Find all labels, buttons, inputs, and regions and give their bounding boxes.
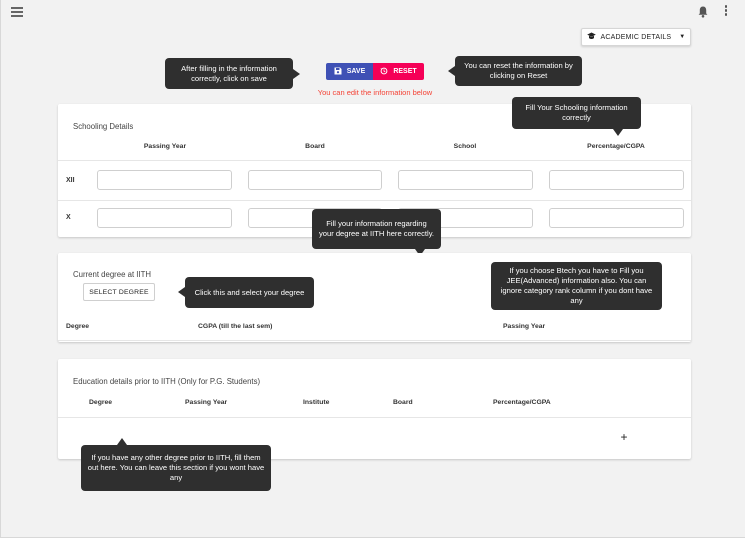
reset-tooltip-text: You can reset the information by clickin… (464, 61, 573, 80)
save-label: SAVE (346, 68, 366, 75)
add-education-button[interactable]: + (618, 430, 630, 444)
column-header-school: School (453, 143, 477, 150)
column-header-institute: Institute (303, 399, 330, 406)
x-passing-year-input[interactable] (97, 208, 232, 228)
prior-education-tooltip-text: If you have any other degree prior to II… (87, 453, 265, 482)
reset-label: RESET (393, 68, 417, 75)
xii-passing-year-input[interactable] (97, 170, 232, 190)
edit-info-note: You can edit the information below (317, 88, 433, 97)
prior-education-title: Education details prior to IITH (Only fo… (73, 377, 261, 386)
academic-details-dropdown[interactable]: ACADEMIC DETAILS ▼ (581, 28, 691, 46)
chevron-down-icon: ▼ (679, 34, 686, 40)
column-header-cgpa: CGPA (till the last sem) (198, 323, 273, 330)
reset-button[interactable]: RESET (373, 63, 424, 80)
more-options-icon[interactable] (723, 5, 729, 17)
column-header-passing-year: Passing Year (503, 323, 546, 330)
schooling-tooltip-text: Fill Your Schooling information correctl… (525, 103, 628, 122)
prior-education-card: Education details prior to IITH (Only fo… (58, 359, 691, 459)
btech-tooltip-text: If you choose Btech you have to Fill you… (500, 266, 653, 305)
current-degree-title: Current degree at IITH (73, 270, 152, 279)
save-tooltip-text: After filling in the information correct… (181, 63, 277, 83)
graduation-cap-icon (586, 32, 596, 42)
hamburger-menu-icon[interactable] (11, 7, 23, 17)
save-button[interactable]: SAVE (326, 63, 373, 80)
row-label-xii: XII (66, 177, 75, 184)
xii-percentage-input[interactable] (549, 170, 684, 190)
prior-education-tooltip: If you have any other degree prior to II… (81, 438, 271, 491)
column-header-degree: Degree (66, 323, 90, 330)
btech-tooltip: If you choose Btech you have to Fill you… (491, 262, 662, 310)
column-header-board: Board (393, 399, 413, 406)
bell-icon[interactable] (698, 5, 708, 18)
academic-details-label: ACADEMIC DETAILS (600, 33, 672, 41)
divider (58, 340, 691, 341)
reset-tooltip: You can reset the information by clickin… (448, 56, 582, 86)
select-degree-tooltip-text: Click this and select your degree (194, 287, 305, 297)
select-degree-button[interactable]: SELECT DEGREE (83, 283, 155, 301)
column-header-percentage: Percentage/CGPA (493, 399, 551, 406)
divider (58, 160, 691, 161)
schooling-tooltip: Fill Your Schooling information correctl… (512, 97, 641, 136)
reset-icon (380, 67, 388, 77)
schooling-details-title: Schooling Details (73, 122, 134, 131)
divider (58, 200, 691, 201)
column-header-passing-year: Passing Year (143, 143, 187, 150)
column-header-passing-year: Passing Year (185, 399, 228, 406)
select-degree-tooltip: Click this and select your degree (178, 277, 314, 308)
xii-board-input[interactable] (248, 170, 382, 190)
degree-info-tooltip-text: Fill your information regarding your deg… (318, 219, 435, 238)
floppy-disk-icon (334, 67, 342, 77)
save-tooltip: After filling in the information correct… (165, 58, 300, 89)
xii-school-input[interactable] (398, 170, 533, 190)
degree-info-tooltip: Fill your information regarding your deg… (312, 209, 441, 256)
x-percentage-input[interactable] (549, 208, 684, 228)
row-label-x: X (66, 214, 71, 221)
column-header-percentage: Percentage/CGPA (587, 143, 645, 150)
column-header-board: Board (305, 143, 325, 150)
divider (58, 417, 691, 418)
column-header-degree: Degree (89, 399, 113, 406)
